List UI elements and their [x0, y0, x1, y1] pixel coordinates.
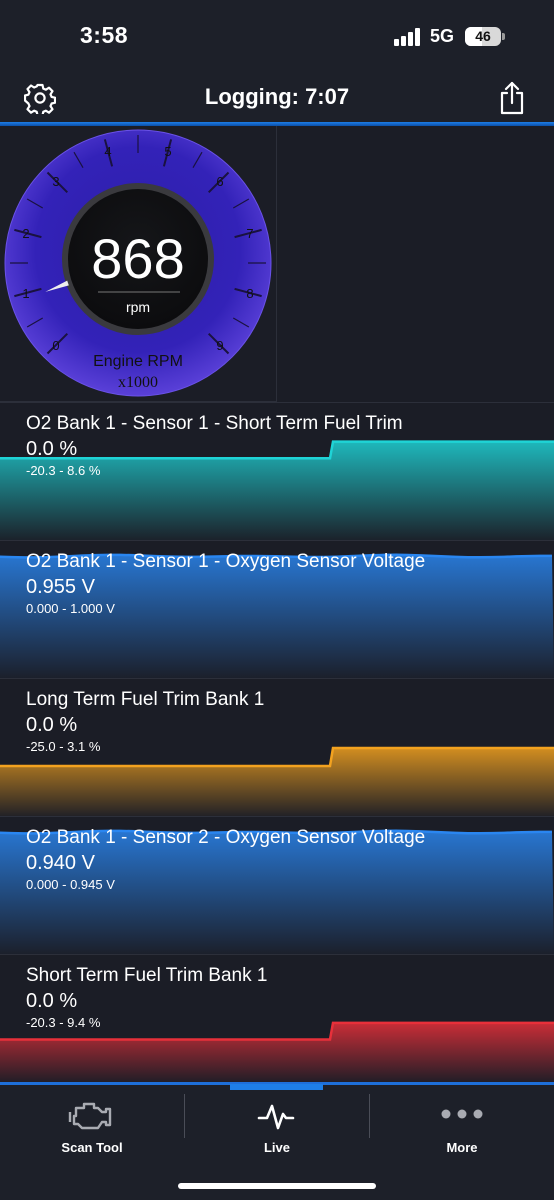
pid-name: O2 Bank 1 - Sensor 1 - Oxygen Sensor Vol…	[26, 551, 426, 572]
pid-row[interactable]: O2 Bank 1 - Sensor 1 - Oxygen Sensor Vol…	[0, 540, 554, 678]
pid-range: -25.0 - 3.1 %	[26, 739, 101, 754]
share-icon[interactable]	[496, 80, 528, 116]
gauge-multiplier: x1000	[118, 374, 158, 391]
gauge-tick-label: 6	[216, 174, 223, 189]
app-header: Logging: 7:07	[0, 74, 554, 126]
pid-graph-area	[0, 830, 554, 954]
home-indicator	[178, 1183, 376, 1189]
pid-range: -20.3 - 8.6 %	[26, 463, 101, 478]
gauge-tick-label: 3	[52, 174, 59, 189]
pid-row[interactable]: O2 Bank 1 - Sensor 2 - Oxygen Sensor Vol…	[0, 816, 554, 954]
gauge-panel: 0 1 2 3 4 5 6 7 8 9 868 rpm Engine RPM x1000	[0, 126, 554, 402]
status-time: 3:58	[80, 22, 129, 48]
gauge-tick-label: 7	[246, 226, 253, 241]
pid-value: 0.0 %	[26, 714, 78, 736]
pid-graph-area	[0, 441, 554, 540]
pid-row[interactable]: Long Term Fuel Trim Bank 1 0.0 % -25.0 -…	[0, 678, 554, 816]
pid-value: 0.940 V	[26, 852, 95, 874]
pid-graph-area	[0, 1022, 554, 1082]
engine-icon	[68, 1102, 112, 1130]
tab-more[interactable]: More	[370, 1092, 554, 1162]
pid-name: Short Term Fuel Trim Bank 1	[26, 965, 268, 986]
gauge-tick-label: 8	[246, 286, 253, 301]
pid-range: 0.000 - 1.000 V	[26, 601, 115, 616]
tab-label: Scan Tool	[61, 1140, 123, 1155]
tab-live[interactable]: Live	[185, 1092, 369, 1162]
ellipsis-icon	[441, 1109, 483, 1119]
battery-level: 46	[475, 28, 491, 44]
pid-name: O2 Bank 1 - Sensor 1 - Short Term Fuel T…	[26, 413, 403, 434]
pid-range: -20.3 - 9.4 %	[26, 1015, 101, 1030]
pid-graph-area	[0, 554, 554, 678]
tab-label: Live	[263, 1140, 290, 1155]
gauge-tick-label: 9	[216, 338, 223, 353]
pid-value: 0.955 V	[26, 576, 95, 598]
pid-value: 0.0 %	[26, 438, 78, 460]
logging-title: Logging: 7:07	[204, 84, 350, 109]
tab-scan-tool[interactable]: Scan Tool	[0, 1092, 184, 1162]
gauge-tick-label: 2	[22, 226, 29, 241]
pid-value: 0.0 %	[26, 990, 78, 1012]
gauge-tick-label: 1	[22, 286, 29, 301]
pid-name: Long Term Fuel Trim Bank 1	[26, 689, 265, 710]
rpm-value: 868	[91, 227, 185, 290]
gauge-tick-label: 5	[164, 144, 171, 159]
pid-graph-area	[0, 748, 554, 816]
network-type: 5G	[430, 26, 455, 46]
pid-name: O2 Bank 1 - Sensor 2 - Oxygen Sensor Vol…	[26, 827, 426, 848]
pid-range: 0.000 - 0.945 V	[26, 877, 115, 892]
gauge-label: Engine RPM	[93, 353, 183, 370]
gauge-tick-label: 4	[104, 144, 111, 159]
pid-row[interactable]: O2 Bank 1 - Sensor 1 - Short Term Fuel T…	[0, 402, 554, 540]
pid-row[interactable]: Short Term Fuel Trim Bank 1 0.0 % -20.3 …	[0, 954, 554, 1082]
rpm-unit: rpm	[125, 299, 151, 315]
gauge-tick-label: 0	[52, 338, 59, 353]
battery-icon: 46	[465, 27, 505, 46]
status-bar: 3:58 5G 46	[0, 0, 554, 74]
tab-label: More	[446, 1140, 478, 1155]
pulse-icon	[257, 1104, 295, 1130]
engine-rpm-gauge[interactable]: 0 1 2 3 4 5 6 7 8 9 868 rpm Engine RPM x1000	[0, 126, 277, 402]
cellular-signal-icon	[394, 28, 422, 46]
active-tab-indicator	[230, 1084, 323, 1090]
